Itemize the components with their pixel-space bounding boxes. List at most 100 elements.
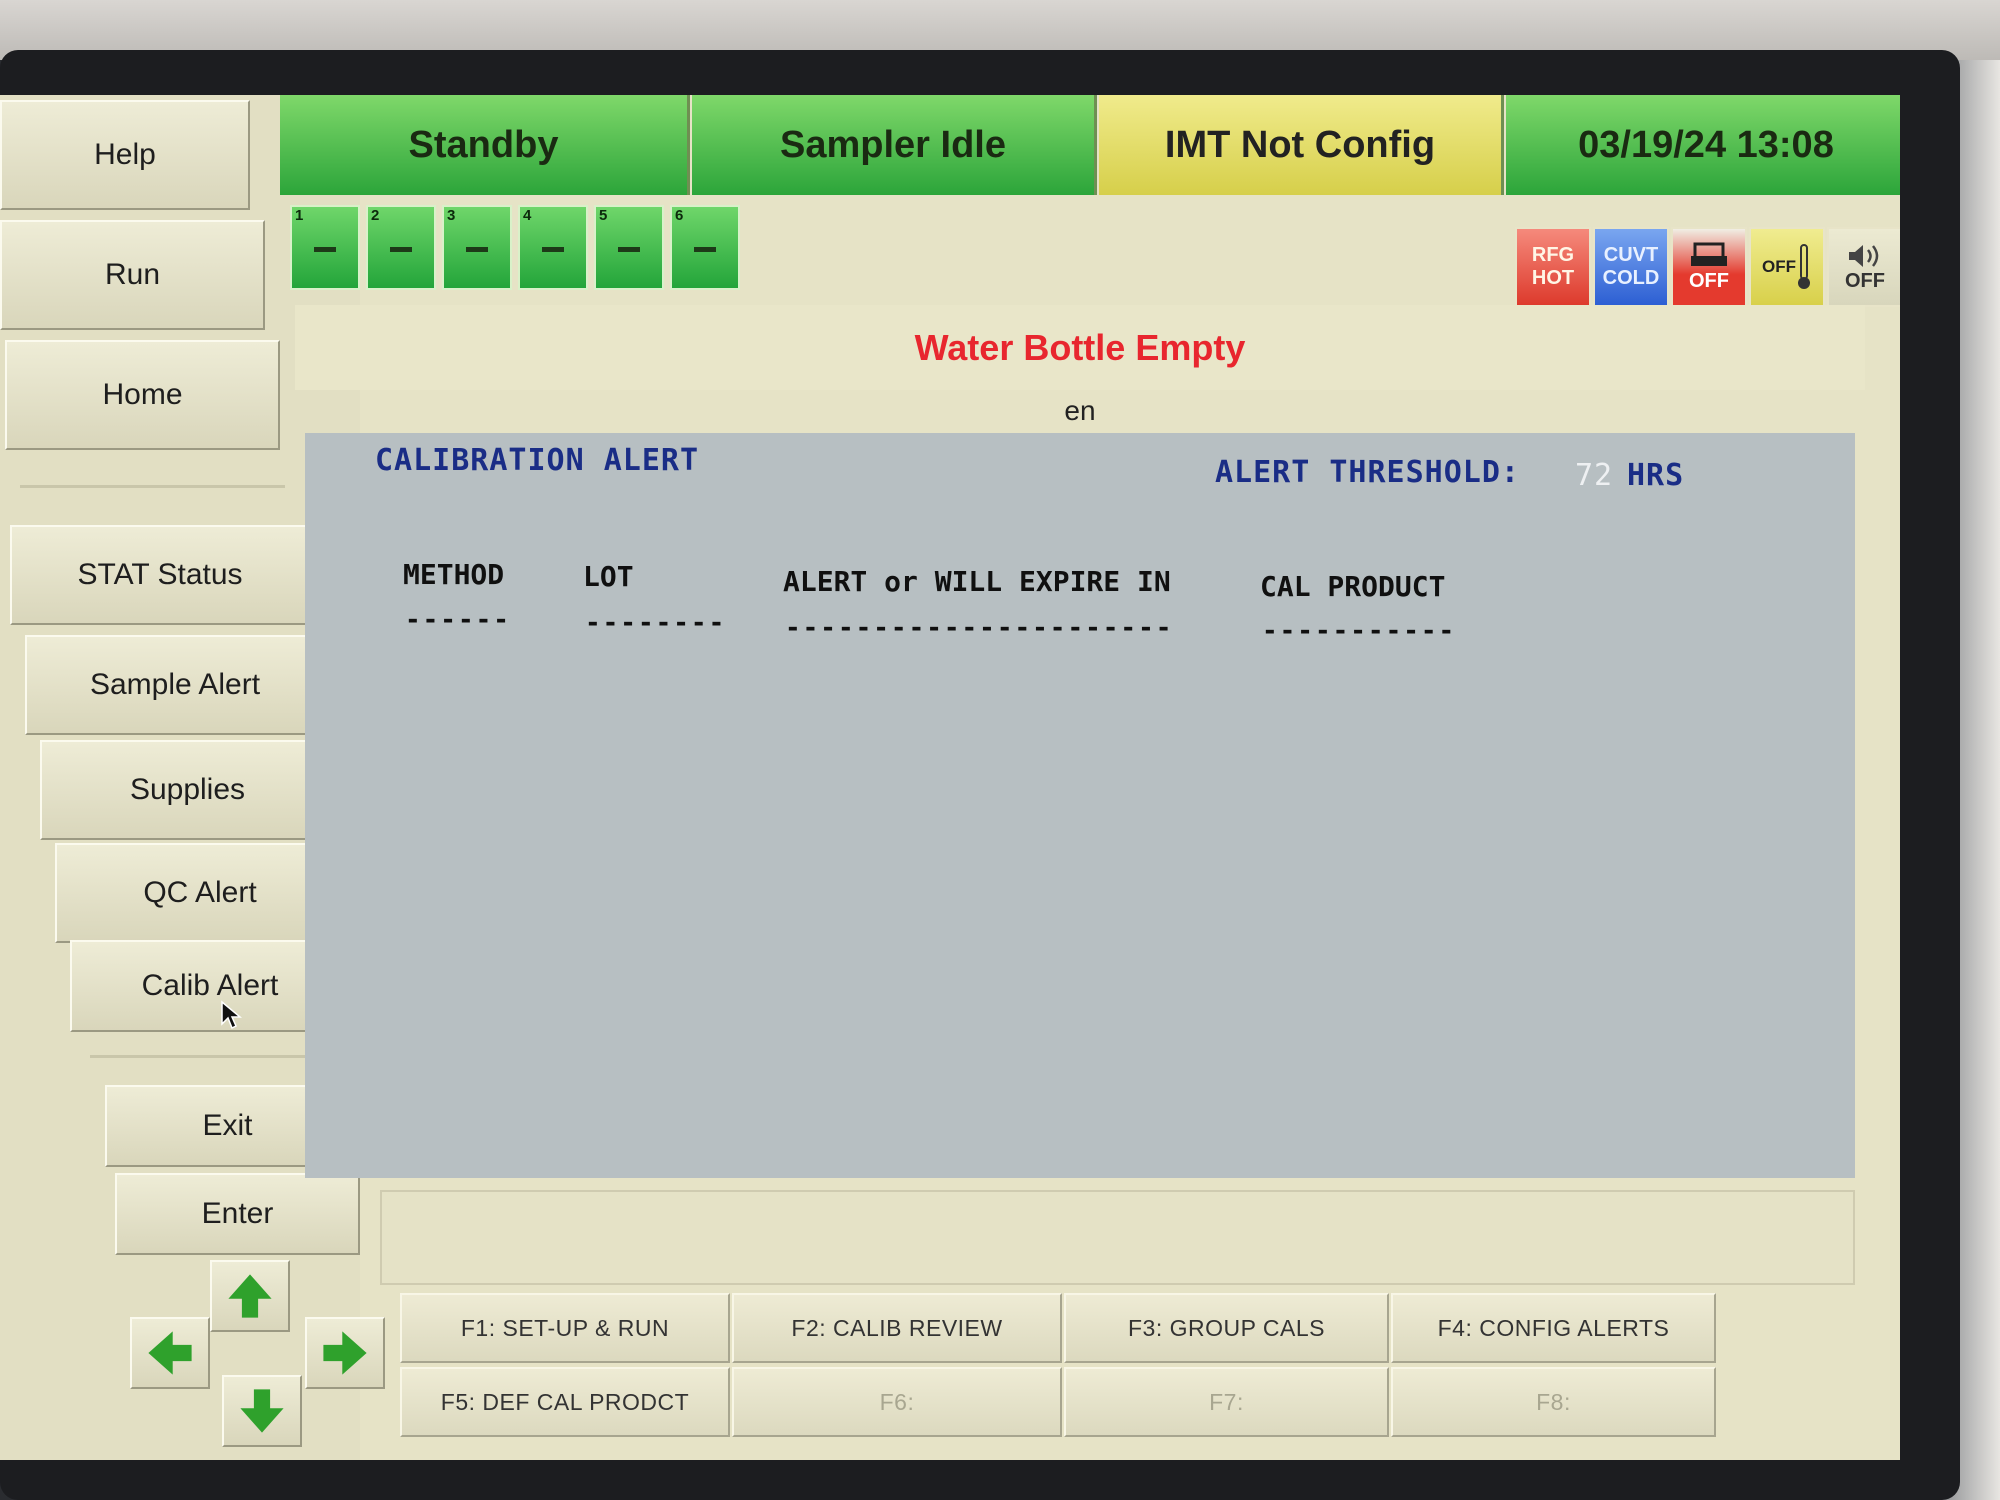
- home-button[interactable]: Home: [5, 340, 280, 450]
- sampler-status-text: Sampler Idle: [780, 123, 1006, 166]
- slot-empty-mark: [542, 247, 564, 252]
- thermometer-icon: [1798, 244, 1810, 289]
- column-underline-cal-product: -----------: [1262, 616, 1457, 646]
- column-underline-method: ------: [405, 605, 511, 635]
- slot-number: 3: [447, 207, 456, 224]
- left-arrow-button[interactable]: [130, 1317, 210, 1389]
- help-button[interactable]: Help: [0, 100, 250, 210]
- f1-setup-run-button[interactable]: F1: SET-UP & RUN: [400, 1293, 730, 1363]
- cuvt-line2: COLD: [1602, 267, 1660, 289]
- language-indicator: en: [1064, 395, 1096, 426]
- arrow-up-icon: [228, 1274, 272, 1318]
- slot-number: 4: [523, 207, 532, 224]
- column-underline-alert-expire: ----------------------: [785, 613, 1174, 643]
- f2-calib-review-button[interactable]: F2: CALIB REVIEW: [732, 1293, 1062, 1363]
- qc-alert-label: QC Alert: [143, 876, 257, 909]
- calibration-alert-title: CALIBRATION ALERT: [375, 443, 700, 478]
- alert-threshold-value[interactable]: 72: [1575, 458, 1613, 493]
- f8-button[interactable]: F8:: [1391, 1367, 1716, 1437]
- f7-label: F7:: [1209, 1388, 1244, 1415]
- sampler-slot-4[interactable]: 4: [518, 205, 588, 290]
- f5-label: F5: DEF CAL PRODCT: [440, 1388, 690, 1415]
- message-bar: Water Bottle Empty: [295, 305, 1865, 390]
- sidebar-divider: [90, 1055, 340, 1058]
- sound-indicator[interactable]: OFF: [1827, 227, 1900, 307]
- supplies-button[interactable]: Supplies: [40, 740, 335, 840]
- datetime-display: 03/19/24 13:08: [1506, 95, 1900, 195]
- cuvt-cold-indicator[interactable]: CUVT COLD: [1593, 227, 1669, 307]
- run-label: Run: [104, 258, 161, 291]
- sampler-slot-2[interactable]: 2: [366, 205, 436, 290]
- supplies-label: Supplies: [129, 773, 246, 806]
- printer-state: OFF: [1689, 269, 1729, 292]
- column-header-method: METHOD: [403, 558, 505, 591]
- system-status: Standby: [280, 95, 690, 195]
- arrow-right-icon: [323, 1331, 367, 1375]
- arrow-left-icon: [148, 1331, 192, 1375]
- home-label: Home: [102, 378, 183, 411]
- alert-threshold-label: ALERT THRESHOLD:: [1215, 455, 1520, 490]
- slot-empty-mark: [390, 247, 412, 252]
- sample-alert-button[interactable]: Sample Alert: [25, 635, 325, 735]
- column-header-lot: LOT: [583, 560, 634, 593]
- datetime-text: 03/19/24 13:08: [1578, 123, 1834, 166]
- enter-label: Enter: [201, 1197, 274, 1230]
- enter-button[interactable]: Enter: [115, 1173, 360, 1255]
- slot-empty-mark: [314, 247, 336, 252]
- cuvt-line1: CUVT: [1603, 244, 1659, 266]
- f2-label: F2: CALIB REVIEW: [791, 1314, 1003, 1341]
- thermometer-indicator[interactable]: OFF: [1749, 227, 1825, 307]
- thermo-state: OFF: [1762, 257, 1796, 276]
- slot-number: 5: [599, 207, 608, 224]
- slot-empty-mark: [694, 247, 716, 252]
- slot-empty-mark: [466, 247, 488, 252]
- sampler-slot-1[interactable]: 1: [290, 205, 360, 290]
- column-header-cal-product: CAL PRODUCT: [1260, 570, 1446, 603]
- exit-label: Exit: [202, 1109, 253, 1142]
- run-button[interactable]: Run: [0, 220, 265, 330]
- instrument-screen: Help Run Home STAT Status Sample Alert S…: [0, 95, 1900, 1460]
- command-input-strip[interactable]: [380, 1190, 1855, 1285]
- system-status-text: Standby: [408, 123, 559, 166]
- arrow-down-icon: [240, 1389, 284, 1433]
- f4-label: F4: CONFIG ALERTS: [1437, 1314, 1670, 1341]
- f5-def-cal-product-button[interactable]: F5: DEF CAL PRODCT: [400, 1367, 730, 1437]
- f3-label: F3: GROUP CALS: [1127, 1314, 1326, 1341]
- slot-number: 6: [675, 207, 684, 224]
- f7-button[interactable]: F7:: [1064, 1367, 1389, 1437]
- imt-status: IMT Not Config: [1099, 95, 1504, 195]
- printer-icon: [1691, 242, 1727, 266]
- sampler-slot-5[interactable]: 5: [594, 205, 664, 290]
- right-arrow-button[interactable]: [305, 1317, 385, 1389]
- calibration-alert-panel: CALIBRATION ALERT ALERT THRESHOLD: 72 HR…: [305, 433, 1855, 1178]
- alert-message: Water Bottle Empty: [914, 326, 1246, 368]
- f4-config-alerts-button[interactable]: F4: CONFIG ALERTS: [1391, 1293, 1716, 1363]
- rfg-line1: RFG: [1531, 244, 1575, 266]
- rfg-hot-indicator[interactable]: RFG HOT: [1515, 227, 1591, 307]
- sidebar-divider: [20, 485, 285, 488]
- stat-status-label: STAT Status: [77, 558, 243, 591]
- down-arrow-button[interactable]: [222, 1375, 302, 1447]
- f6-button[interactable]: F6:: [732, 1367, 1062, 1437]
- f3-group-cals-button[interactable]: F3: GROUP CALS: [1064, 1293, 1389, 1363]
- imt-status-text: IMT Not Config: [1164, 123, 1436, 166]
- f8-label: F8:: [1536, 1388, 1571, 1415]
- sampler-slot-3[interactable]: 3: [442, 205, 512, 290]
- sampler-status: Sampler Idle: [692, 95, 1097, 195]
- stat-status-button[interactable]: STAT Status: [10, 525, 310, 625]
- speaker-icon: [1849, 244, 1879, 267]
- sampler-slot-6[interactable]: 6: [670, 205, 740, 290]
- up-arrow-button[interactable]: [210, 1260, 290, 1332]
- printer-indicator[interactable]: OFF: [1671, 227, 1747, 307]
- f6-label: F6:: [879, 1388, 915, 1415]
- calib-alert-label: Calib Alert: [141, 969, 279, 1002]
- alert-threshold-unit: HRS: [1627, 458, 1685, 493]
- slot-empty-mark: [618, 247, 640, 252]
- sound-state: OFF: [1845, 269, 1885, 292]
- column-header-alert-expire: ALERT or WILL EXPIRE IN: [783, 565, 1171, 598]
- slot-number: 1: [295, 207, 304, 224]
- qc-alert-button[interactable]: QC Alert: [55, 843, 345, 943]
- column-underline-lot: --------: [585, 608, 727, 638]
- slot-number: 2: [371, 207, 380, 224]
- f1-label: F1: SET-UP & RUN: [460, 1314, 670, 1341]
